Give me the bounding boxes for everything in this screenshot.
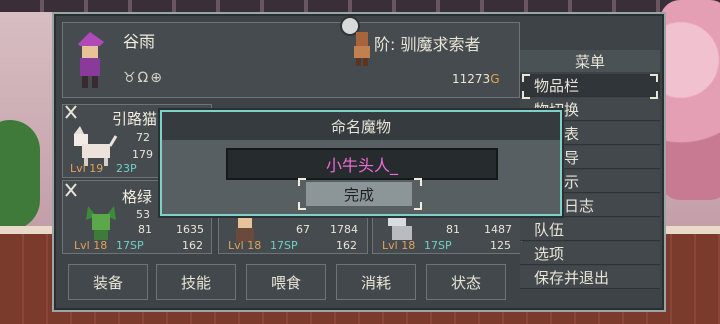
weapon-icon: [65, 183, 77, 197]
confirm-button[interactable]: 完成: [306, 182, 412, 206]
rank-minotaur-icon: [340, 16, 370, 66]
party-member-name-1: 引路猫: [112, 110, 158, 128]
background-tree-left: [0, 120, 40, 230]
party-member-attack-1: 72: [136, 131, 150, 144]
selection-corner: [650, 74, 658, 82]
party-member-defense-2: 81: [138, 223, 152, 236]
party-member-name-2: 格绿: [122, 188, 153, 206]
menu-item-party[interactable]: 队伍: [520, 218, 660, 241]
party-member-hp-2: 1635: [176, 223, 204, 236]
party-member-hp-1: 179: [132, 148, 153, 161]
equip-button[interactable]: 装备: [68, 264, 148, 300]
party-member-sp-1: 23P: [116, 162, 137, 175]
gold-amount: 11273: [452, 72, 491, 86]
consume-button[interactable]: 消耗: [336, 264, 416, 300]
party-member-mp-3: 162: [336, 239, 357, 252]
party-member-sp-4: 17SP: [424, 239, 452, 252]
party-member-hp-3: 1784: [330, 223, 358, 236]
selection-corner: [298, 202, 306, 210]
weapon-icon: [65, 105, 77, 119]
player-name: 谷雨: [123, 32, 156, 51]
rank-label: 阶: 驯魔求索者: [374, 35, 481, 54]
skills-button[interactable]: 技能: [156, 264, 236, 300]
party-member-sp-2: 17SP: [116, 239, 144, 252]
name-monster-dialog: 命名魔物 小牛头人_ 完成: [160, 110, 562, 216]
action-button-row: 装备 技能 喂食 消耗 状态: [62, 264, 518, 302]
party-member-sp-3: 17SP: [270, 239, 298, 252]
status-button[interactable]: 状态: [426, 264, 506, 300]
player-status-icons: ♉Ω⊕: [123, 70, 164, 86]
party-member-level-2: Lvl 18: [74, 239, 108, 252]
gold-coin-icon: G: [490, 72, 500, 86]
party-member-level-4: Lvl 18: [382, 239, 416, 252]
background-blossom-tree: [660, 0, 720, 200]
party-member-defense-3: 67: [296, 223, 310, 236]
menu-title: 菜单: [520, 50, 660, 72]
feed-button[interactable]: 喂食: [246, 264, 326, 300]
selection-corner: [522, 91, 530, 99]
plant-monster-sprite: [86, 206, 116, 240]
player-avatar: [78, 32, 104, 88]
party-member-defense-4: 81: [446, 223, 460, 236]
selection-corner: [522, 74, 530, 82]
cat-monster-sprite: [74, 126, 118, 166]
party-member-attack-2: 53: [136, 208, 150, 221]
party-member-level-3: Lvl 18: [228, 239, 262, 252]
background-top-blocks: [0, 0, 720, 12]
menu-item-options[interactable]: 选项: [520, 242, 660, 265]
menu-item-save-quit[interactable]: 保存并退出: [520, 266, 660, 289]
dialog-title: 命名魔物: [162, 112, 560, 140]
selection-corner: [298, 178, 306, 186]
party-member-hp-4: 1487: [484, 223, 512, 236]
menu-item-inventory[interactable]: 物品栏: [520, 74, 660, 97]
party-member-mp-2: 162: [182, 239, 203, 252]
monster-name-input[interactable]: 小牛头人_: [226, 148, 498, 180]
party-member-mp-4: 125: [490, 239, 511, 252]
party-member-level-1: Lvl 19: [70, 162, 104, 175]
selection-corner: [414, 202, 422, 210]
selection-corner: [650, 91, 658, 99]
selection-corner: [414, 178, 422, 186]
gold-counter: 11273G: [452, 72, 500, 86]
